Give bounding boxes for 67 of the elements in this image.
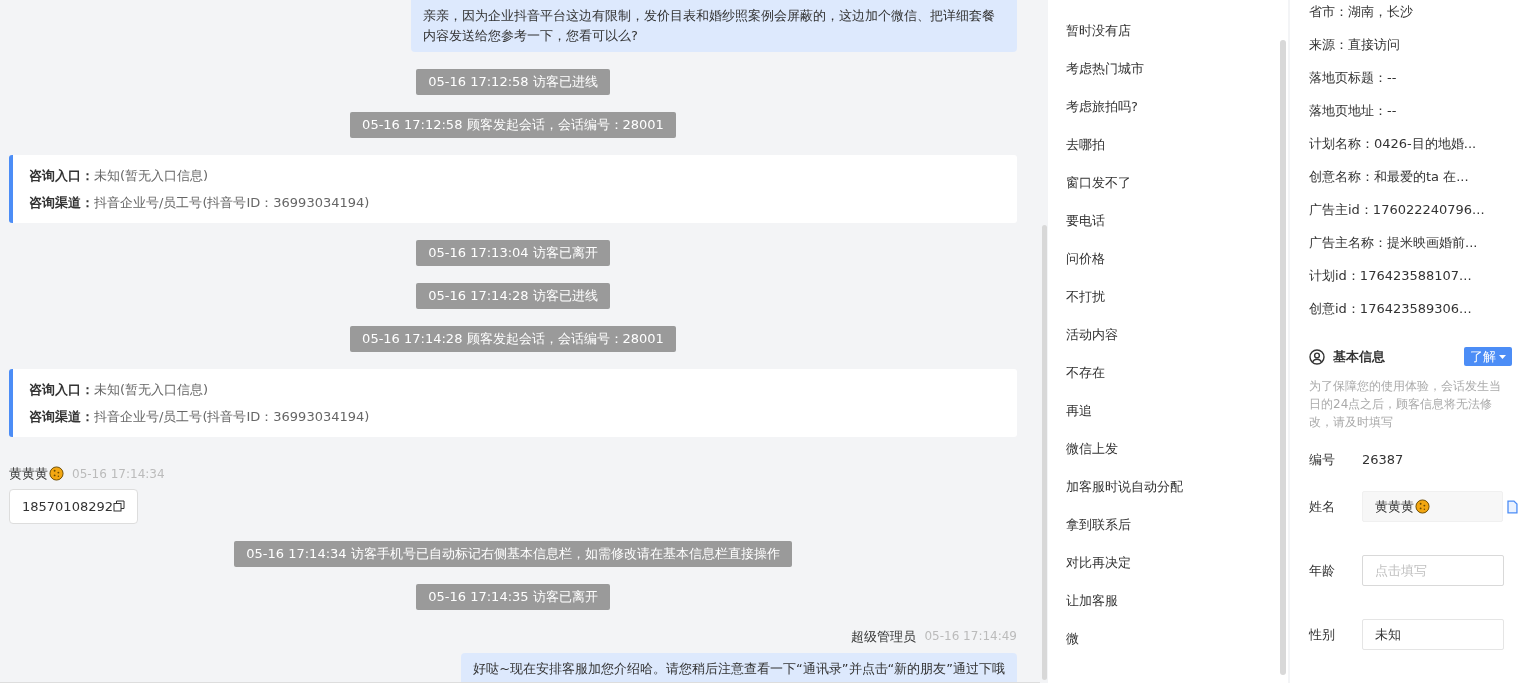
caret-icon — [1499, 354, 1506, 359]
scrollbar-thumb[interactable] — [1280, 40, 1286, 675]
system-notice: 05-16 17:12:58 访客已进线 — [416, 69, 610, 95]
quick-reply-item[interactable]: 微 — [1066, 630, 1288, 668]
source-value: 未知(暂无入口信息) — [94, 167, 209, 185]
message-bubble: 亲亲，因为企业抖音平台这边有限制，发价目表和婚纱照案例会屏蔽的，这边加个微信、把详细套餐内容发送给您参考一下，您看可以么? — [411, 0, 1017, 52]
source-value: 未知(暂无入口信息) — [94, 381, 209, 399]
system-notice: 05-16 17:14:35 访客已离开 — [416, 584, 610, 610]
quick-reply-item[interactable]: 拿到联系后 — [1066, 516, 1288, 554]
system-notice: 05-16 17:14:34 访客手机号已自动标记右侧基本信息栏，如需修改请在基本信息栏直接操作 — [234, 541, 792, 567]
quick-reply-item[interactable]: 考虑热门城市 — [1066, 60, 1288, 98]
info-note: 为了保障您的使用体验，会话发生当日的24点之后，顾客信息将无法修改，请及时填写 — [1309, 377, 1502, 431]
quick-reply-item[interactable]: 活动内容 — [1066, 326, 1288, 364]
field-label: 年龄 — [1309, 561, 1336, 580]
source-value: 抖音企业号/员工号(抖音号ID：36993034194) — [94, 194, 370, 212]
message-time: 05-16 17:14:34 — [72, 465, 165, 483]
field-label: 姓名 — [1309, 497, 1336, 516]
source-label: 咨询入口： — [29, 167, 94, 185]
quick-reply-item[interactable]: 对比再决定 — [1066, 554, 1288, 592]
info-line: 计划id：176423588107... — [1309, 267, 1473, 285]
quick-reply-item[interactable]: 要电话 — [1066, 212, 1288, 250]
info-line: 落地页标题：-- — [1309, 69, 1398, 87]
document-icon[interactable] — [1507, 499, 1518, 514]
message-bubble: 好哒~现在安排客服加您介绍哈。请您稍后注意查看一下“通讯录”并点击“新的朋友”通过下哦 — [461, 652, 1017, 682]
info-line: 来源：直接访问 — [1309, 36, 1401, 54]
message-time: 05-16 17:14:49 — [924, 628, 1017, 645]
info-line: 落地页地址：-- — [1309, 102, 1398, 120]
field-value: 26387 — [1362, 450, 1404, 469]
info-line: 省市：湖南，长沙 — [1309, 3, 1414, 21]
quick-reply-item[interactable]: 不打扰 — [1066, 288, 1288, 326]
source-label: 咨询渠道： — [29, 194, 94, 212]
scrollbar-thumb[interactable] — [1042, 225, 1047, 680]
cookie-icon — [1414, 499, 1430, 514]
quick-reply-item[interactable]: 加客服时说自动分配 — [1066, 478, 1288, 516]
info-line: 创意名称：和最爱的ta 在... — [1309, 168, 1470, 186]
sender-name: 黄黄黄 — [9, 464, 64, 484]
quick-reply-item[interactable]: 问价格 — [1066, 250, 1288, 288]
source-value: 抖音企业号/员工号(抖音号ID：36993034194) — [94, 408, 370, 426]
system-notice: 05-16 17:12:58 顾客发起会话，会话编号：28001 — [350, 112, 676, 138]
system-notice: 05-16 17:14:28 顾客发起会话，会话编号：28001 — [350, 326, 676, 352]
quick-reply-item[interactable]: 再追 — [1066, 402, 1288, 440]
info-line: 创意id：176423589306... — [1309, 300, 1473, 318]
message-bubble: 18570108292 — [9, 488, 138, 524]
sender-name: 超级管理员 — [851, 628, 917, 646]
section-title: 基本信息 — [1333, 348, 1386, 366]
info-line: 广告主id：176022240796... — [1309, 201, 1486, 219]
cookie-icon — [49, 466, 64, 482]
quick-reply-item[interactable]: 暂时没有店 — [1066, 22, 1288, 60]
user-icon — [1309, 348, 1325, 365]
field-label: 编号 — [1309, 450, 1336, 469]
source-label: 咨询入口： — [29, 381, 94, 399]
quick-reply-item[interactable]: 微信上发 — [1066, 440, 1288, 478]
copy-icon[interactable] — [113, 500, 125, 513]
source-label: 咨询渠道： — [29, 408, 94, 426]
system-notice: 05-16 17:14:28 访客已进线 — [416, 283, 610, 309]
quick-reply-item[interactable]: 让加客服 — [1066, 592, 1288, 630]
name-field[interactable]: 黄黄黄 — [1361, 491, 1504, 522]
quick-reply-item[interactable]: 窗口发不了 — [1066, 174, 1288, 212]
age-input[interactable]: 点击填写 — [1362, 555, 1504, 586]
system-notice: 05-16 17:13:04 访客已离开 — [416, 240, 610, 266]
field-label: 性别 — [1309, 625, 1336, 644]
quick-reply-item[interactable]: 不存在 — [1066, 364, 1288, 402]
gender-field[interactable]: 未知 — [1362, 619, 1504, 650]
quick-reply-item[interactable]: 去哪拍 — [1066, 136, 1288, 174]
quick-reply-item[interactable]: 考虑旅拍吗? — [1066, 98, 1288, 136]
info-line: 计划名称：0426-目的地婚... — [1309, 135, 1478, 153]
info-line: 广告主名称：提米映画婚前... — [1309, 234, 1479, 252]
